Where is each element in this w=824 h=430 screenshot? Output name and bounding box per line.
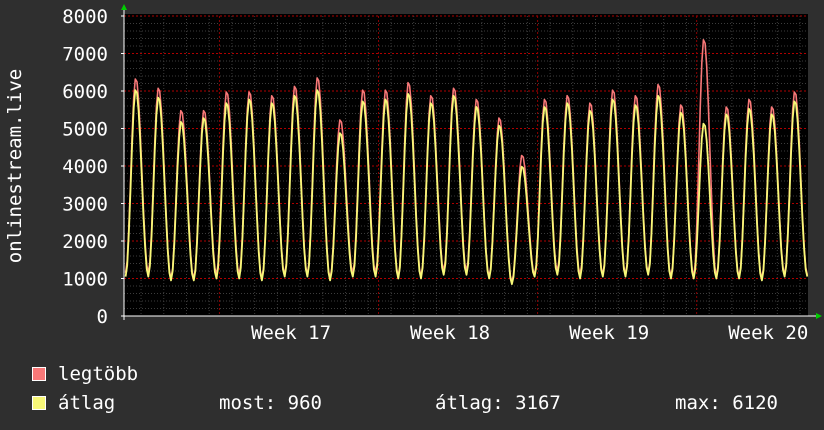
legend-avg: átlag xyxy=(32,391,115,415)
legend-avg-label: átlag xyxy=(58,392,116,414)
y-axis-arrow xyxy=(121,4,127,10)
stat-max: max: 6120 xyxy=(675,392,778,414)
y-tick-label: 7000 xyxy=(62,44,108,66)
legend-max-swatch xyxy=(32,367,46,381)
x-tick-label: Week 19 xyxy=(569,322,649,344)
y-tick-label: 3000 xyxy=(62,194,108,216)
x-tick-label: Week 20 xyxy=(728,322,808,344)
x-axis-arrow xyxy=(816,313,822,319)
y-tick-label: 4000 xyxy=(62,156,108,178)
y-tick-label: 5000 xyxy=(62,119,108,141)
y-tick-label: 1000 xyxy=(62,269,108,291)
stat-current: most: 960 xyxy=(219,392,322,414)
y-tick-label: 6000 xyxy=(62,81,108,103)
legend-max-label: legtöbb xyxy=(58,363,139,385)
y-tick-label: 0 xyxy=(97,306,108,328)
stat-average: átlag: 3167 xyxy=(435,392,561,414)
x-tick-label: Week 18 xyxy=(410,322,490,344)
x-tick-label: Week 17 xyxy=(251,322,331,344)
legend-max: legtöbb xyxy=(32,362,138,386)
legend-avg-swatch xyxy=(32,396,46,410)
y-tick-label: 2000 xyxy=(62,231,108,253)
y-tick-label: 8000 xyxy=(62,6,108,28)
y-axis-label: onlinestream.live xyxy=(4,69,26,263)
